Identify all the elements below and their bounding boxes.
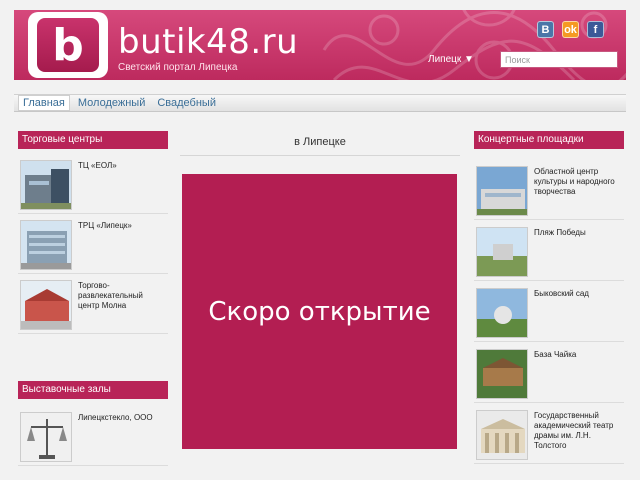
list-item[interactable]: Государственный академический театр драм… — [474, 407, 624, 464]
site-logo[interactable]: b — [28, 12, 108, 78]
odnoklassniki-icon[interactable]: ok — [562, 21, 579, 38]
divider — [180, 155, 460, 156]
section-title-concert-venues: Концертные площадки — [474, 131, 624, 149]
list-item[interactable]: Торгово-развлекательный центр Молна — [18, 277, 168, 334]
venue-photo[interactable] — [476, 288, 528, 338]
banner-text: Скоро открытие — [208, 296, 431, 327]
section-title-malls: Торговые центры — [18, 131, 168, 149]
nav-item-wedding[interactable]: Свадебный — [153, 97, 220, 109]
mall-photo[interactable] — [20, 280, 72, 330]
main-nav: Главная Молодежный Свадебный — [14, 94, 626, 112]
city-select[interactable]: Липецк ▼ — [428, 54, 474, 65]
item-label[interactable]: Липецкстекло, ООО — [78, 413, 166, 423]
list-item[interactable]: Областной центр культуры и народного тво… — [474, 163, 624, 220]
center-title: в Липецке — [294, 136, 346, 148]
list-item[interactable]: База Чайка — [474, 346, 624, 403]
search-input[interactable] — [500, 51, 618, 68]
facebook-icon[interactable]: f — [587, 21, 604, 38]
venue-photo[interactable] — [476, 166, 528, 216]
venue-photo[interactable] — [476, 410, 528, 460]
section-title-exhibitions: Выставочные залы — [18, 381, 168, 399]
mall-photo[interactable] — [20, 220, 72, 270]
mall-photo[interactable] — [20, 160, 72, 210]
list-item[interactable]: Липецкстекло, ООО — [18, 409, 168, 466]
vk-icon[interactable]: В — [537, 21, 554, 38]
item-label[interactable]: ТРЦ «Липецк» — [78, 221, 166, 231]
nav-item-youth[interactable]: Молодежный — [74, 97, 149, 109]
item-label[interactable]: Пляж Победы — [534, 228, 622, 238]
list-item[interactable]: Пляж Победы — [474, 224, 624, 281]
site-name[interactable]: butik48.ru — [118, 24, 298, 60]
site-tagline: Светский портал Липецка — [118, 62, 238, 73]
exhibition-photo[interactable] — [20, 412, 72, 462]
item-label[interactable]: Областной центр культуры и народного тво… — [534, 167, 622, 197]
list-item[interactable]: ТРЦ «Липецк» — [18, 217, 168, 274]
social-links: В ok f — [537, 21, 604, 38]
venue-photo[interactable] — [476, 227, 528, 277]
list-item[interactable]: ТЦ «ЕОЛ» — [18, 157, 168, 214]
site-header: b butik48.ru Светский портал Липецка В o… — [14, 10, 626, 80]
coming-soon-banner: Скоро открытие — [182, 174, 457, 449]
venue-photo[interactable] — [476, 349, 528, 399]
item-label[interactable]: Торгово-развлекательный центр Молна — [78, 281, 166, 311]
nav-item-main[interactable]: Главная — [18, 95, 70, 111]
logo-letter: b — [37, 18, 99, 72]
item-label[interactable]: Государственный академический театр драм… — [534, 411, 622, 451]
item-label[interactable]: ТЦ «ЕОЛ» — [78, 161, 166, 171]
list-item[interactable]: Быковский сад — [474, 285, 624, 342]
item-label[interactable]: База Чайка — [534, 350, 622, 360]
item-label[interactable]: Быковский сад — [534, 289, 622, 299]
